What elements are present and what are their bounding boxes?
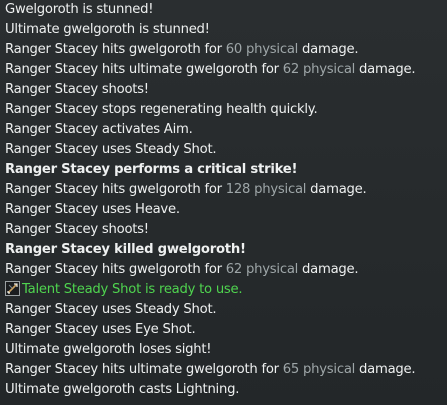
log-text: damage. — [298, 42, 359, 57]
combat-log-line: Ranger Stacey hits ultimate gwelgoroth f… — [5, 360, 443, 380]
damage-value: 60 physical — [225, 42, 299, 57]
combat-log-highlight-line: Ranger Stacey performs a critical strike… — [5, 160, 443, 180]
combat-log-line: Ranger Stacey shoots! — [5, 220, 443, 240]
combat-log-line: Gwelgoroth is stunned! — [5, 0, 443, 20]
combat-log-line: Ranger Stacey hits gwelgoroth for 62 phy… — [5, 260, 443, 280]
combat-log-line: Ultimate gwelgoroth is stunned! — [5, 20, 443, 40]
combat-log-line: Ranger Stacey stops regenerating health … — [5, 100, 443, 120]
combat-log-line: Ranger Stacey uses Heave. — [5, 200, 443, 220]
log-text: damage. — [306, 182, 367, 197]
log-text: Ranger Stacey hits ultimate gwelgoroth f… — [5, 62, 283, 77]
log-text: Ranger Stacey activates Aim. — [5, 122, 193, 137]
steady-shot-talent-icon[interactable] — [5, 281, 20, 296]
log-text: Ranger Stacey killed gwelgoroth! — [5, 242, 246, 257]
log-text: Ultimate gwelgoroth casts Lightning. — [5, 382, 240, 397]
combat-log-line: Ranger Stacey hits gwelgoroth for 128 ph… — [5, 180, 443, 200]
damage-value: 65 physical — [282, 362, 356, 377]
log-text: damage. — [355, 362, 416, 377]
log-text: Ranger Stacey hits ultimate gwelgoroth f… — [5, 362, 283, 377]
combat-log-line: Ranger Stacey uses Steady Shot. — [5, 140, 443, 160]
combat-log-line: Ultimate gwelgoroth casts Lightning. — [5, 380, 443, 400]
log-text: Ranger Stacey stops regenerating health … — [5, 102, 318, 117]
log-text: Ranger Stacey uses Eye Shot. — [5, 322, 196, 337]
log-text: Ranger Stacey hits gwelgoroth for — [5, 42, 226, 57]
log-text: Ranger Stacey performs a critical strike… — [5, 162, 298, 177]
log-text: Ultimate gwelgoroth loses sight! — [5, 342, 212, 357]
combat-log: Gwelgoroth is stunned! Ultimate gwelgorot… — [0, 0, 447, 405]
log-text: damage. — [298, 262, 359, 277]
combat-log-line: Ultimate gwelgoroth loses sight! — [5, 340, 443, 360]
log-text: Ranger Stacey hits gwelgoroth for — [5, 182, 226, 197]
log-text: Ranger Stacey shoots! — [5, 82, 149, 97]
combat-log-line: Ranger Stacey hits ultimate gwelgoroth f… — [5, 60, 443, 80]
log-text: Gwelgoroth is stunned! — [5, 2, 154, 17]
combat-log-highlight-line: Ranger Stacey killed gwelgoroth! — [5, 240, 443, 260]
combat-log-line: Ranger Stacey shoots! — [5, 80, 443, 100]
damage-value: 128 physical — [225, 182, 307, 197]
combat-log-line: Ranger Stacey activates Aim. — [5, 120, 443, 140]
damage-value: 62 physical — [282, 62, 356, 77]
log-text: Talent Steady Shot is ready to use. — [22, 282, 243, 297]
log-text: damage. — [355, 62, 416, 77]
log-text: Ranger Stacey uses Steady Shot. — [5, 302, 217, 317]
talent-ready-message: Talent Steady Shot is ready to use. — [5, 280, 443, 300]
combat-log-line: Ranger Stacey hits gwelgoroth for 60 phy… — [5, 40, 443, 60]
log-text: Ranger Stacey hits gwelgoroth for — [5, 262, 226, 277]
damage-value: 62 physical — [225, 262, 299, 277]
log-text: Ranger Stacey uses Steady Shot. — [5, 142, 217, 157]
log-text: Ranger Stacey uses Heave. — [5, 202, 180, 217]
combat-log-line: Ranger Stacey uses Eye Shot. — [5, 320, 443, 340]
log-text: Ultimate gwelgoroth is stunned! — [5, 22, 210, 37]
combat-log-line: Ranger Stacey uses Steady Shot. — [5, 300, 443, 320]
log-text: Ranger Stacey shoots! — [5, 222, 149, 237]
